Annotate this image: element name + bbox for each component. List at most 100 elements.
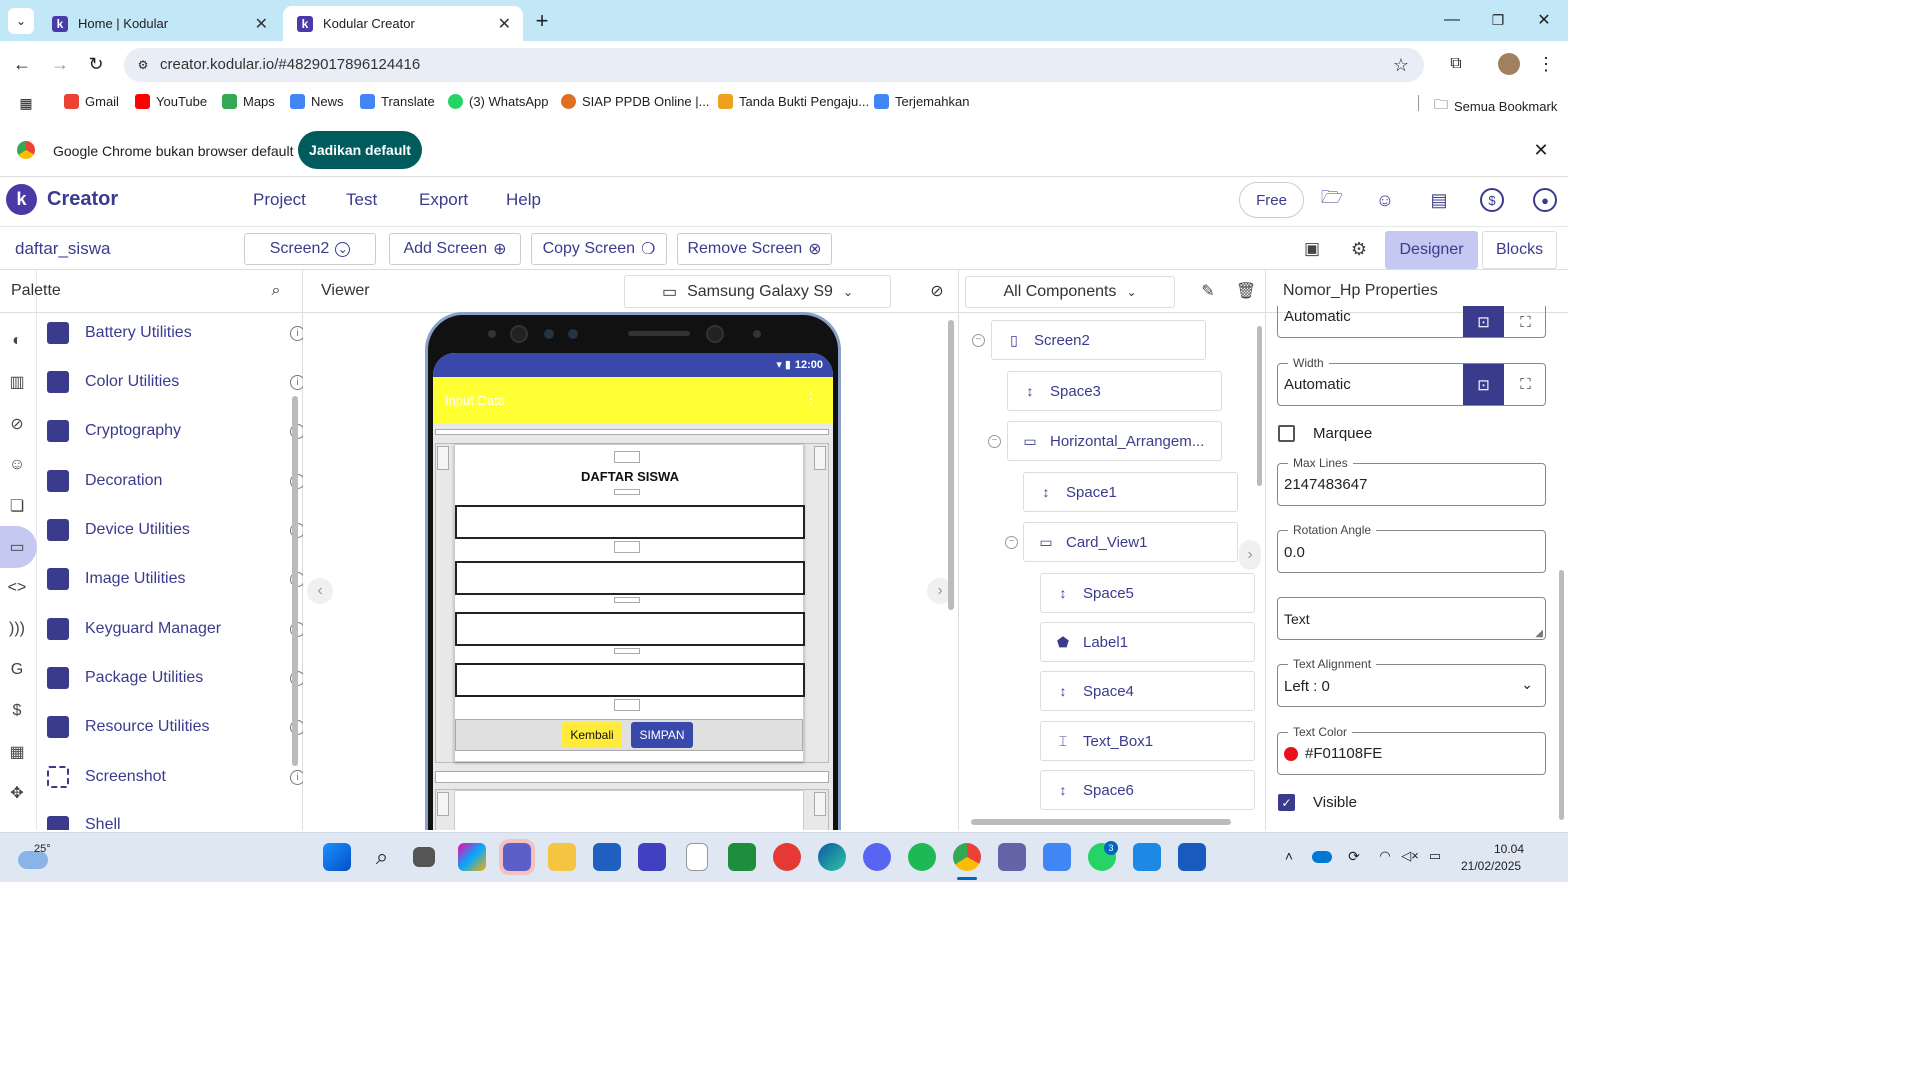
community-icon[interactable]: ☺ bbox=[1373, 188, 1397, 212]
save-button[interactable]: SIMPAN bbox=[631, 722, 693, 748]
menu-export[interactable]: Export bbox=[419, 190, 468, 210]
apps-grid-icon[interactable]: ▦ bbox=[18, 95, 34, 111]
height-field[interactable]: Automatic ⊡ ⛶ bbox=[1277, 306, 1546, 338]
reload-icon[interactable]: ↻ bbox=[84, 52, 108, 76]
copilot-icon[interactable] bbox=[458, 843, 486, 871]
file-explorer-icon[interactable] bbox=[548, 843, 576, 871]
space-placeholder[interactable] bbox=[614, 489, 640, 495]
wps-office-icon[interactable] bbox=[773, 843, 801, 871]
marquee-checkbox[interactable] bbox=[1278, 425, 1295, 442]
palette-scrollbar[interactable] bbox=[292, 396, 298, 766]
back-icon[interactable]: ← bbox=[10, 52, 34, 76]
spotify-icon[interactable] bbox=[908, 843, 936, 871]
bookmark-star-icon[interactable]: ☆ bbox=[1390, 54, 1412, 76]
windows-start-icon[interactable] bbox=[323, 843, 351, 871]
close-tab-icon[interactable]: ✕ bbox=[255, 14, 268, 34]
palette-item-device-utilities[interactable]: Device Utilitiesi bbox=[47, 510, 305, 550]
properties-scrollbar[interactable] bbox=[1559, 570, 1564, 820]
teams-classic-icon[interactable] bbox=[998, 843, 1026, 871]
copy-screen-button[interactable]: Copy Screen ❍ bbox=[531, 233, 667, 265]
palette-item-package-utilities[interactable]: Package Utilitiesi bbox=[47, 658, 305, 698]
all-bookmarks[interactable]: 🗀 Semua Bookmark bbox=[1434, 94, 1557, 118]
word-icon[interactable] bbox=[1178, 843, 1206, 871]
weather-widget[interactable]: 25° bbox=[18, 841, 66, 875]
rotation-angle-field[interactable]: Rotation Angle 0.0 bbox=[1277, 523, 1546, 573]
browser-tab-creator[interactable]: k Kodular Creator ✕ bbox=[283, 6, 523, 41]
collapse-screen2-icon[interactable]: − bbox=[972, 334, 985, 347]
docs-icon[interactable]: ▤ bbox=[1427, 188, 1451, 212]
component-card-view1[interactable]: ▭ Card_View1 bbox=[1023, 522, 1238, 562]
chrome-menu-icon[interactable]: ⋮ bbox=[1536, 52, 1556, 76]
money-category-icon[interactable]: $ bbox=[6, 700, 28, 722]
component-label1[interactable]: ⬟ Label1 bbox=[1040, 622, 1255, 662]
discord-icon[interactable] bbox=[863, 843, 891, 871]
space-placeholder[interactable] bbox=[437, 792, 449, 816]
documents-category-icon[interactable]: ❏ bbox=[6, 495, 28, 517]
compass-category-icon[interactable]: ⊘ bbox=[6, 413, 28, 435]
search-icon[interactable]: ⌕ bbox=[265, 280, 287, 302]
text-field[interactable]: Text ◢ bbox=[1277, 597, 1546, 640]
tab-search-button[interactable]: ⌄ bbox=[8, 8, 34, 34]
text-box-kelas[interactable] bbox=[455, 561, 805, 595]
google-category-icon[interactable]: G bbox=[6, 659, 28, 681]
address-bar[interactable]: ⚙ creator.kodular.io/#4829017896124416 ☆ bbox=[124, 48, 1424, 82]
palette-item-resource-utilities[interactable]: Resource Utilitiesi bbox=[47, 707, 305, 747]
components-hscrollbar[interactable] bbox=[971, 819, 1231, 825]
profile-avatar[interactable] bbox=[1498, 53, 1520, 75]
bookmark-gmail[interactable]: Gmail bbox=[64, 94, 119, 109]
close-infobar-icon[interactable]: ✕ bbox=[1530, 139, 1552, 161]
settings-gear-icon[interactable]: ⚙ bbox=[1347, 237, 1371, 261]
restore-window-icon[interactable]: ❐ bbox=[1486, 8, 1510, 32]
space-placeholder[interactable] bbox=[614, 648, 640, 654]
clock-app-icon[interactable] bbox=[1133, 843, 1161, 871]
bookmark-maps[interactable]: Maps bbox=[222, 94, 275, 109]
classroom-icon[interactable] bbox=[728, 843, 756, 871]
collapse-card-view-icon[interactable]: − bbox=[1005, 536, 1018, 549]
menu-test[interactable]: Test bbox=[346, 190, 377, 210]
billing-icon[interactable]: $ bbox=[1480, 188, 1504, 212]
component-space1[interactable]: ↕ Space1 bbox=[1023, 472, 1238, 512]
add-screen-button[interactable]: Add Screen ⊕ bbox=[389, 233, 521, 265]
clock-date[interactable]: 21/02/2025 bbox=[1461, 859, 1521, 873]
horizontal-arrangement-2[interactable] bbox=[435, 789, 829, 830]
remove-screen-button[interactable]: Remove Screen ⊗ bbox=[677, 233, 832, 265]
space-placeholder[interactable] bbox=[814, 446, 826, 470]
space-placeholder[interactable] bbox=[435, 771, 829, 783]
close-tab-icon[interactable]: ✕ bbox=[498, 14, 511, 34]
search-icon[interactable]: ⌕ bbox=[368, 843, 396, 871]
briefcase-category-icon[interactable]: ▭ bbox=[6, 536, 28, 558]
card-view[interactable]: DAFTAR SISWA Kembali SIMPAN bbox=[454, 444, 805, 762]
wifi-icon[interactable]: ◠ bbox=[1376, 847, 1394, 865]
space-placeholder[interactable] bbox=[614, 597, 640, 603]
code-category-icon[interactable]: <> bbox=[6, 577, 28, 599]
edge-icon[interactable] bbox=[818, 843, 846, 871]
overflow-menu-icon[interactable]: ⋮ bbox=[803, 389, 819, 409]
max-lines-field[interactable]: Max Lines 2147483647 bbox=[1277, 456, 1546, 506]
map-category-icon[interactable]: ▥ bbox=[6, 371, 28, 393]
extension-category-icon[interactable]: ✥ bbox=[6, 782, 28, 804]
menu-project[interactable]: Project bbox=[253, 190, 306, 210]
palette-item-decoration[interactable]: Decorationi bbox=[47, 461, 305, 501]
text-box-alamat[interactable] bbox=[455, 612, 805, 646]
space-placeholder[interactable] bbox=[437, 446, 449, 470]
components-vscrollbar[interactable] bbox=[1257, 326, 1262, 486]
tray-overflow-icon[interactable]: ˄ bbox=[1280, 847, 1298, 865]
component-horizontal-arrangement[interactable]: ▭ Horizontal_Arrangem... bbox=[1007, 421, 1222, 461]
kodular-logo-icon[interactable]: k bbox=[6, 184, 37, 215]
battery-icon[interactable]: ▭ bbox=[1426, 847, 1444, 865]
rss-category-icon[interactable]: ))) bbox=[6, 618, 28, 640]
width-automatic-icon[interactable]: ⊡ bbox=[1463, 364, 1504, 405]
task-view-icon[interactable] bbox=[413, 847, 435, 867]
bookmark-tanda-bukti[interactable]: Tanda Bukti Pengaju... bbox=[718, 94, 869, 109]
blocks-tab[interactable]: Blocks bbox=[1482, 231, 1557, 269]
space-placeholder[interactable] bbox=[435, 429, 829, 435]
speaker-muted-icon[interactable]: ◁× bbox=[1401, 847, 1419, 865]
height-fill-parent-icon[interactable]: ⛶ bbox=[1505, 306, 1545, 337]
component-filter-select[interactable]: All Components ⌄ bbox=[965, 276, 1175, 308]
palette-item-keyguard-manager[interactable]: Keyguard Manageri bbox=[47, 609, 305, 649]
resize-handle-icon[interactable]: ◢ bbox=[1535, 628, 1543, 639]
site-info-icon[interactable]: ⚙ bbox=[134, 56, 152, 74]
component-space4[interactable]: ↕ Space4 bbox=[1040, 671, 1255, 711]
minimize-window-icon[interactable]: — bbox=[1440, 8, 1464, 32]
component-text-box1[interactable]: ⌶ Text_Box1 bbox=[1040, 721, 1255, 761]
